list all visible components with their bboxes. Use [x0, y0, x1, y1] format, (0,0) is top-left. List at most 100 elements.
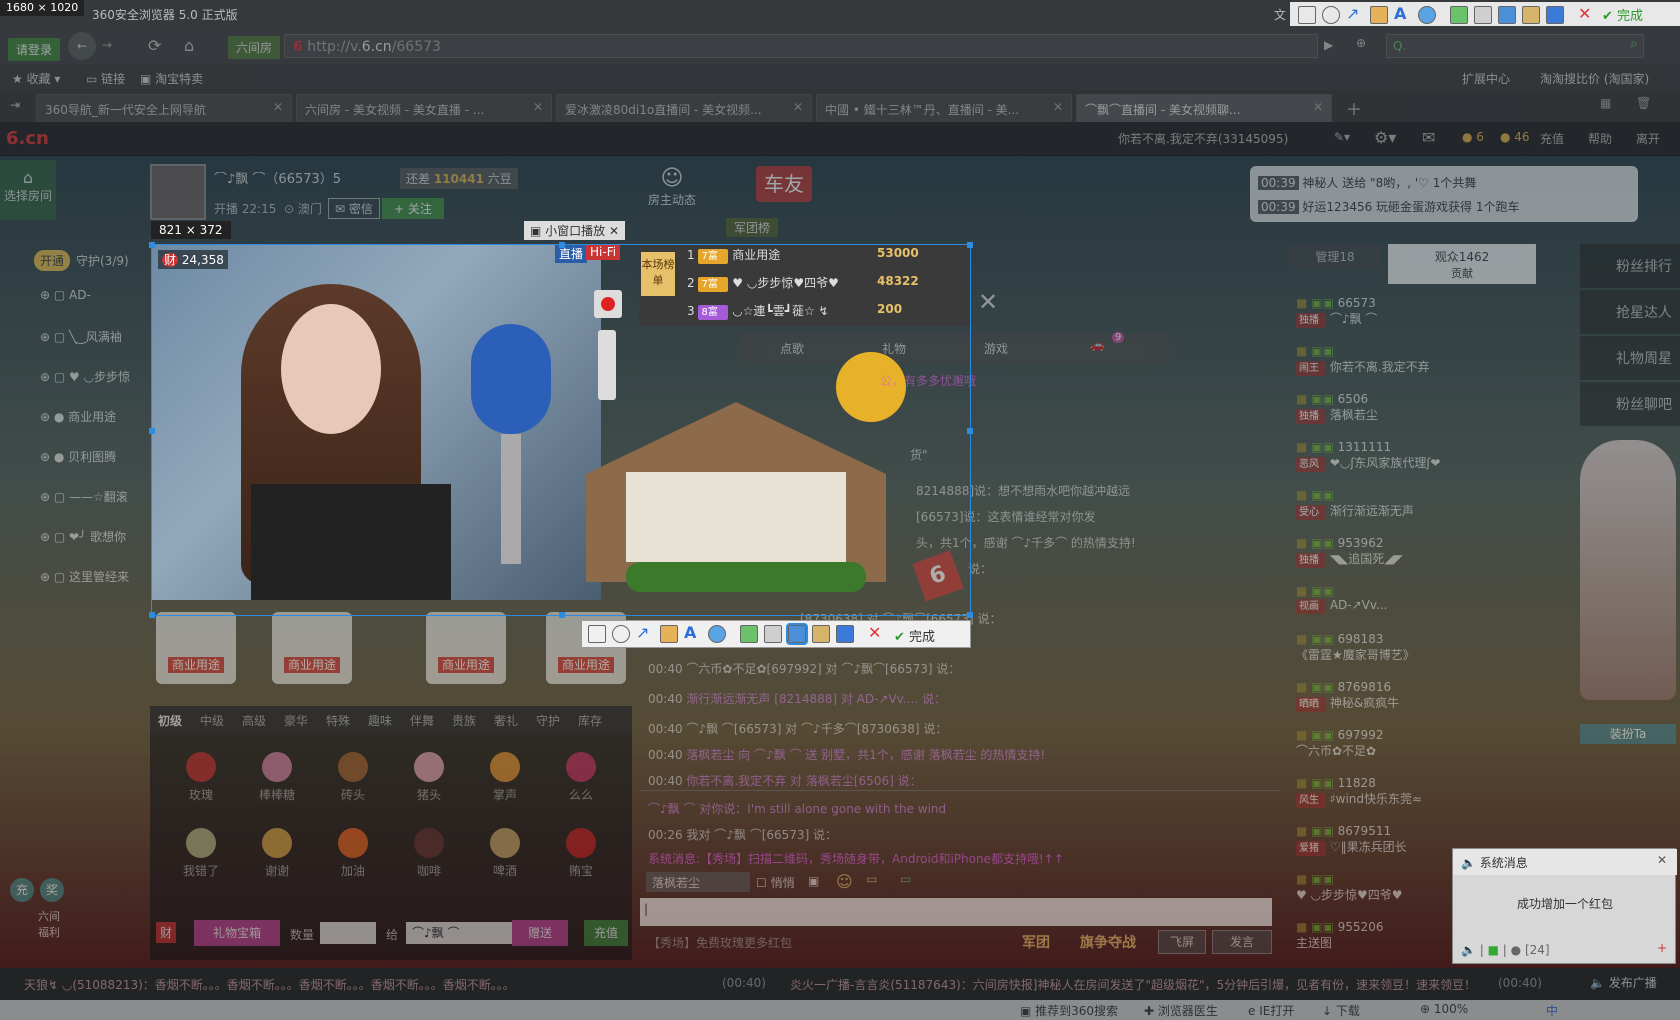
mini-window-button[interactable]: ▣ 小窗口播放 ✕ [524, 221, 626, 240]
gift-tab[interactable]: 库存 [578, 712, 602, 729]
gift-item[interactable]: 加油 [318, 820, 388, 890]
gift-item[interactable]: 玫瑰 [166, 744, 236, 814]
guard-item[interactable]: ⊕ ▢ ❤╯ 歌想你 [40, 528, 126, 545]
status-item[interactable]: ✚ 浏览器医生 [1144, 1002, 1218, 1019]
send-chat-button[interactable]: 发言 [1212, 930, 1272, 954]
audience-row[interactable]: ■ ▣▣ 698183 《雷霆★魔家哥博艺》 [1296, 632, 1446, 672]
done-button[interactable]: ✔ 完成 [894, 626, 935, 645]
new-tab-icon[interactable]: ＋ [1346, 96, 1362, 120]
audience-row[interactable]: ■ ▣▣ ♥ ◡步步惊♥四爷♥ [1296, 872, 1446, 912]
zoom-level[interactable]: ⊕ 100% [1420, 1002, 1468, 1016]
tab-2[interactable]: 爱冰激凌80di1o直播间 - 美女视频... ✕ [556, 94, 812, 122]
pin-icon[interactable] [1546, 6, 1564, 24]
select-room-button[interactable]: ⌂ 选择房间 [0, 160, 56, 220]
gift-stage[interactable]: 商业用途 [156, 612, 236, 684]
guard-item[interactable]: ⊕ ▢ 这里管经来 [40, 568, 129, 585]
host-avatar[interactable] [150, 164, 206, 220]
resize-handle[interactable] [559, 612, 565, 618]
fans-group-button[interactable]: 军团榜 [726, 218, 779, 237]
gift-item[interactable]: 猪头 [394, 744, 464, 814]
site-logo[interactable]: 6.cn [6, 128, 49, 149]
brush-tool-icon[interactable] [1370, 6, 1388, 24]
fav-taobao[interactable]: ▣ 淘宝特卖 [140, 70, 203, 87]
whisper-checkbox[interactable]: ☐ 悄悄 [756, 874, 795, 891]
contribution-label[interactable]: 贡献 [1388, 265, 1536, 281]
cancel-icon[interactable]: ✕ [1578, 6, 1596, 24]
audience-row[interactable]: ■ ▣▣ 66573 独播 ⌒♪飘 ⌒ [1296, 296, 1446, 336]
help-link[interactable]: 帮助 [1588, 130, 1612, 147]
close-icon[interactable]: ✕ [978, 288, 998, 316]
login-button[interactable]: 请登录 [8, 38, 61, 61]
gift-item[interactable]: 我错了 [166, 820, 236, 890]
forward-icon[interactable]: → [102, 38, 112, 52]
arrow-tool-icon[interactable]: ↗ [636, 625, 654, 643]
audience-tab[interactable]: 观众1462 贡献 [1388, 244, 1536, 284]
gift-tab[interactable]: 贵族 [452, 712, 476, 729]
tab-0[interactable]: 360导航_新一代安全上网导航 ✕ [36, 94, 292, 122]
gift-item[interactable]: 啤酒 [470, 820, 540, 890]
emoji-icon[interactable]: ☺ [836, 872, 853, 891]
chat-target-select[interactable]: 落枫若尘 [646, 872, 750, 892]
text-tool-icon[interactable]: A [684, 625, 702, 643]
audience-row[interactable]: ■ ▣▣ 697992 ⌒六币✿不足✿ [1296, 728, 1446, 768]
undo-icon[interactable] [740, 625, 758, 643]
fan-chat-button[interactable]: 粉丝聊吧 [1580, 382, 1680, 426]
star-hunter-button[interactable]: 抢星达人 [1580, 290, 1680, 334]
message-button[interactable]: ✉ 密信 [328, 198, 380, 219]
gift-item[interactable]: 砖头 [318, 744, 388, 814]
reward-icon[interactable]: 奖 [40, 878, 64, 902]
search-input[interactable]: Q. [1386, 34, 1644, 58]
close-icon[interactable]: ✕ [793, 100, 803, 114]
resize-handle[interactable] [967, 612, 973, 618]
blur-tool-icon[interactable] [1418, 6, 1436, 24]
home-icon[interactable]: ⌂ [184, 36, 194, 55]
image-icon[interactable] [1522, 6, 1540, 24]
gift-item[interactable]: 掌声 [470, 744, 540, 814]
go-icon[interactable]: ▶ [1324, 38, 1333, 52]
tab-games[interactable]: 游戏 [984, 340, 1008, 357]
tab-3[interactable]: 中國 • 鐵十三林™丹、直播间 - 美... ✕ [816, 94, 1072, 122]
gift-week-star-button[interactable]: 礼物周星 [1580, 336, 1680, 380]
brush-tool-icon[interactable] [660, 625, 678, 643]
gift-tab[interactable]: 趣味 [368, 712, 392, 729]
extension-center[interactable]: 扩展中心 [1462, 70, 1510, 87]
ellipse-tool-icon[interactable] [1322, 6, 1340, 24]
guard-item[interactable]: ⊕ ▢ AD- [40, 288, 91, 302]
save-icon[interactable] [764, 625, 782, 643]
resize-handle[interactable] [967, 428, 973, 434]
back-icon[interactable]: ← [68, 32, 96, 60]
blur-tool-icon[interactable] [708, 625, 726, 643]
image-icon[interactable] [812, 625, 830, 643]
fav-links[interactable]: ▭ 链接 [86, 70, 125, 87]
vip-emoji-icon[interactable]: ▭ [866, 872, 877, 886]
trash-icon[interactable]: 🗑 [1636, 96, 1651, 110]
dress-up-button[interactable]: 装扮Ta [1580, 724, 1676, 744]
fly-screen-button[interactable]: 飞屏 [1158, 930, 1206, 954]
gift-item[interactable]: 贿宝 [546, 820, 616, 890]
price-compare[interactable]: 淘淘搜比价 (淘国家) [1540, 70, 1649, 87]
refresh-icon[interactable]: ⟳ [148, 36, 161, 55]
gift-tab[interactable]: 初级 [158, 712, 182, 729]
chat-input[interactable]: | [640, 898, 1272, 926]
close-icon[interactable]: ✕ [1053, 100, 1063, 114]
audience-row[interactable]: ■ ▣▣ 闹王 你若不离.我定不弃 [1296, 344, 1446, 384]
audience-row[interactable]: ■ ▣▣ 955206 主送图 [1296, 920, 1446, 960]
gift-stage[interactable]: 商业用途 [272, 612, 352, 684]
gift-tab[interactable]: 中级 [200, 712, 224, 729]
gift-stage[interactable]: 商业用途 [426, 612, 506, 684]
save-icon[interactable] [1474, 6, 1492, 24]
quantity-input[interactable] [320, 922, 376, 944]
fav-collect[interactable]: ★ 收藏 ▾ [12, 70, 60, 87]
audience-row[interactable]: ■ ▣▣ 953962 独播 ◥◣追国死◢◤ [1296, 536, 1446, 576]
mail-icon[interactable]: ✉ [1422, 128, 1435, 147]
edit-icon[interactable]: ✎▾ [1334, 130, 1350, 144]
send-gift-button[interactable]: 赠送 [512, 920, 568, 946]
arrow-tool-icon[interactable]: ↗ [1346, 6, 1364, 24]
leave-link[interactable]: 离开 [1636, 130, 1660, 147]
pin-icon[interactable] [836, 625, 854, 643]
text-tool-icon[interactable]: A [1394, 6, 1412, 24]
ime-indicator[interactable]: 中 [1546, 1002, 1558, 1019]
undo-icon[interactable] [1450, 6, 1468, 24]
guard-item[interactable]: ⊕ ▢ ╲‿风满袖 [40, 328, 122, 345]
audience-row[interactable]: ■ ▣▣ 8679511 爱猪 ♡‖果冻兵团长 [1296, 824, 1446, 864]
